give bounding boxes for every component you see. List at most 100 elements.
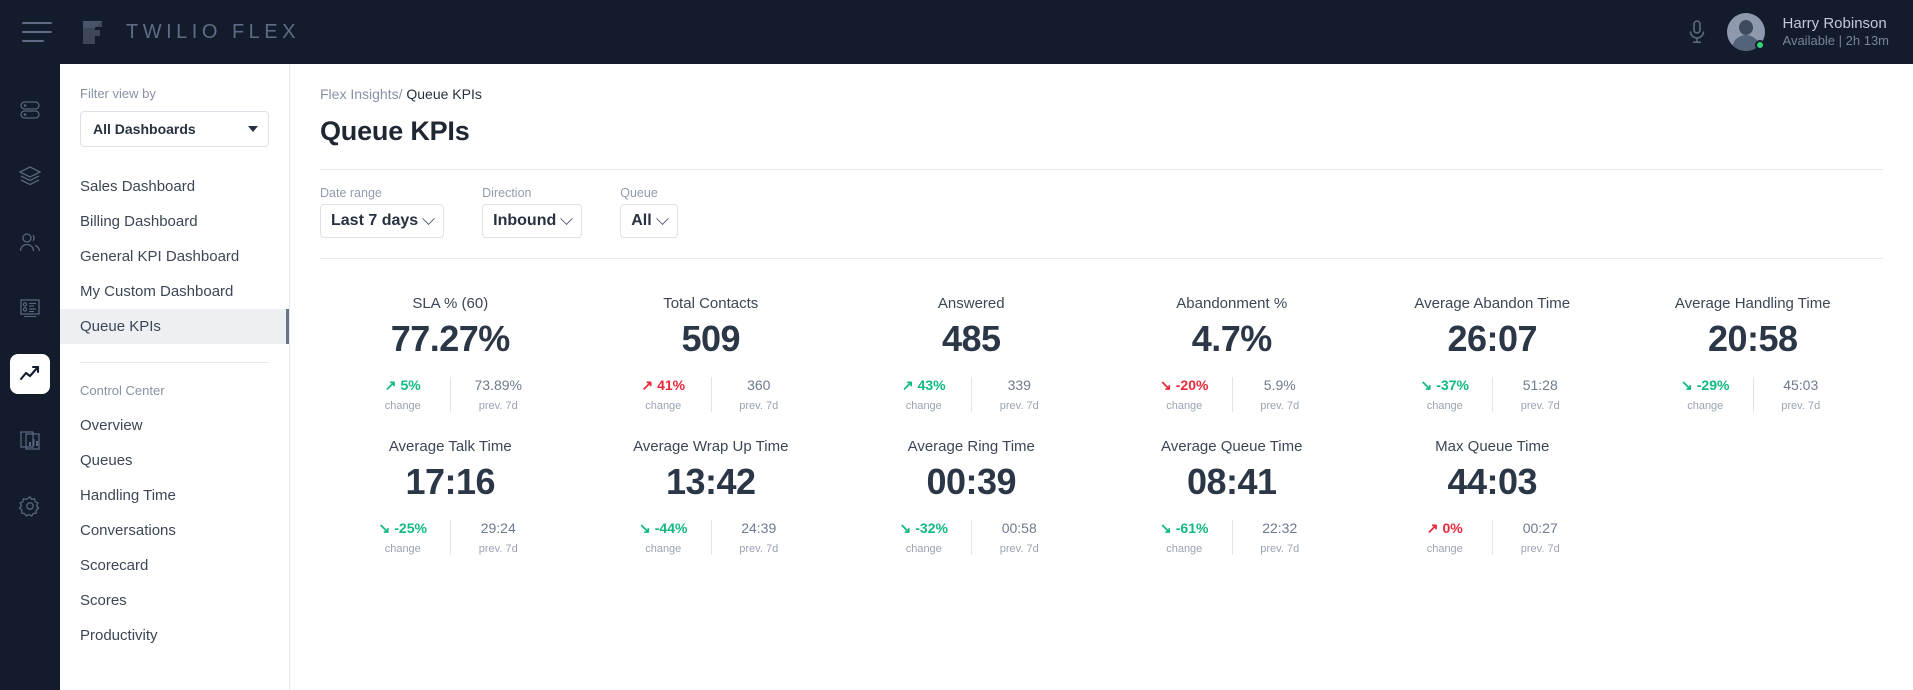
user-name: Harry Robinson xyxy=(1782,14,1887,32)
kpi-previous-value: 51:28 xyxy=(1522,377,1558,393)
rail-item-settings[interactable] xyxy=(10,486,50,526)
kpi-previous-column: 00:27 prev. 7d xyxy=(1492,520,1587,555)
kpi-previous-column: 45:03 prev. 7d xyxy=(1752,377,1848,412)
kpi-footer: ↘ -44% change 24:39 prev. 7d xyxy=(616,520,806,555)
kpi-previous-column: 5.9% prev. 7d xyxy=(1231,377,1327,412)
kpi-previous-caption: prev. 7d xyxy=(739,400,779,412)
all-dashboards-dropdown[interactable]: All Dashboards xyxy=(80,111,269,147)
kpi-title: Average Ring Time xyxy=(907,438,1035,455)
rail-item-layers[interactable] xyxy=(10,156,50,196)
kpi-change-value: ↘ -37% xyxy=(1421,377,1469,393)
control-center-label: Control Center xyxy=(80,383,165,398)
rail-item-toggle-list[interactable] xyxy=(10,90,50,130)
sidebar-item-control-center[interactable]: Scores xyxy=(60,583,289,618)
kpi-change-caption: change xyxy=(1426,543,1463,555)
hamburger-icon[interactable] xyxy=(22,22,52,42)
layers-icon xyxy=(18,166,42,186)
flex-insights-app: TWILIO FLEX Harry Robinson Available | 2… xyxy=(0,0,1913,690)
rail-item-reports[interactable] xyxy=(10,420,50,460)
brand-text: TWILIO FLEX xyxy=(126,20,300,43)
dashboard-sidebar: Filter view by All Dashboards Sales Dash… xyxy=(60,64,290,690)
kpi-change-text: -20% xyxy=(1175,377,1209,393)
arrow-up-icon: ↗ xyxy=(901,377,914,393)
kpi-previous-value: 5.9% xyxy=(1263,377,1296,393)
kpi-value: 77.27% xyxy=(390,318,511,359)
kpi-previous-caption: prev. 7d xyxy=(1260,400,1300,412)
kpi-previous-caption: prev. 7d xyxy=(739,543,779,555)
rail-item-insights[interactable] xyxy=(10,354,50,394)
main-content: Flex Insights/ Queue KPIs Queue KPIs Dat… xyxy=(290,64,1913,690)
kpi-previous-value: 339 xyxy=(1007,377,1031,393)
breadcrumb-current: Queue KPIs xyxy=(406,86,482,102)
sidebar-item-control-center[interactable]: Productivity xyxy=(60,618,289,653)
filter-label: Queue xyxy=(620,186,658,200)
kpi-previous-column: 73.89% prev. 7d xyxy=(450,377,545,412)
filter-bar: Date range Last 7 days Direction Inbound Que… xyxy=(320,170,1883,238)
kpi-title: Average Queue Time xyxy=(1161,438,1303,455)
kpi-footer: ↗ 43% change 339 prev. 7d xyxy=(876,377,1066,412)
sidebar-item-dashboard[interactable]: My Custom Dashboard xyxy=(60,274,289,309)
breadcrumb-root[interactable]: Flex Insights/ xyxy=(320,86,402,102)
arrow-down-icon: ↘ xyxy=(1160,377,1172,393)
kpi-previous-caption: prev. 7d xyxy=(1781,400,1821,412)
microphone-icon[interactable] xyxy=(1685,19,1709,45)
kpi-change-column: ↗ 0% change xyxy=(1397,520,1492,555)
kpi-card: SLA % (60) 77.27% ↗ 5% change 73.89% prev. 7d xyxy=(320,277,581,420)
kpi-change-value: ↘ -61% xyxy=(1160,520,1208,536)
kpi-previous-caption: prev. 7d xyxy=(999,543,1039,555)
filter-group: Queue All xyxy=(620,186,678,238)
chevron-down-icon xyxy=(560,211,574,225)
sidebar-item-control-center[interactable]: Conversations xyxy=(60,513,289,548)
kpi-value: 00:39 xyxy=(926,461,1017,502)
kpi-previous-column: 29:24 prev. 7d xyxy=(450,520,545,555)
arrow-down-icon: ↘ xyxy=(899,520,912,536)
kpi-change-value: ↘ -32% xyxy=(900,520,948,536)
sidebar-item-dashboard[interactable]: Queue KPIs xyxy=(60,309,289,344)
kpi-previous-value: 22:32 xyxy=(1262,520,1298,536)
people-icon xyxy=(19,233,41,252)
rail-item-people[interactable] xyxy=(10,222,50,262)
kpi-change-text: -25% xyxy=(394,520,427,536)
arrow-down-icon: ↘ xyxy=(378,520,391,536)
filter-divider xyxy=(320,258,1883,259)
rail-item-form-list[interactable] xyxy=(10,288,50,328)
sidebar-item-control-center[interactable]: Scorecard xyxy=(60,548,289,583)
kpi-previous-caption: prev. 7d xyxy=(1520,400,1560,412)
chevron-down-icon xyxy=(248,126,258,132)
breadcrumb: Flex Insights/ Queue KPIs xyxy=(320,86,1883,102)
kpi-card: Total Contacts 509 ↗ 41% change 360 prev. 7d xyxy=(581,277,842,420)
filter-select-queue[interactable]: All xyxy=(620,204,678,238)
kpi-footer: ↘ -20% change 5.9% prev. 7d xyxy=(1137,377,1327,412)
sidebar-item-dashboard[interactable]: General KPI Dashboard xyxy=(60,239,289,274)
toggle-list-icon xyxy=(20,101,40,119)
sidebar-item-dashboard[interactable]: Sales Dashboard xyxy=(60,169,289,204)
chevron-down-icon xyxy=(422,211,436,225)
kpi-footer: ↗ 0% change 00:27 prev. 7d xyxy=(1397,520,1587,555)
kpi-value: 485 xyxy=(941,318,1001,359)
sidebar-item-control-center[interactable]: Queues xyxy=(60,443,289,478)
kpi-change-value: ↘ -25% xyxy=(379,520,427,536)
kpi-change-column: ↘ -44% change xyxy=(616,520,711,555)
kpi-change-caption: change xyxy=(905,400,942,412)
filter-select-date-range[interactable]: Last 7 days xyxy=(320,204,445,238)
kpi-previous-value: 73.89% xyxy=(474,377,522,393)
kpi-card: Average Ring Time 00:39 ↘ -32% change 00:58 pr… xyxy=(841,420,1102,563)
body: Filter view by All Dashboards Sales Dash… xyxy=(0,64,1913,690)
kpi-value: 509 xyxy=(681,318,741,359)
kpi-grid: SLA % (60) 77.27% ↗ 5% change 73.89% prev. 7d T… xyxy=(320,277,1883,563)
avatar[interactable] xyxy=(1726,13,1765,51)
kpi-value: 26:07 xyxy=(1447,318,1538,359)
filter-group: Direction Inbound xyxy=(482,186,583,238)
kpi-previous-value: 00:58 xyxy=(1001,520,1037,536)
kpi-value: 20:58 xyxy=(1707,318,1798,359)
kpi-change-caption: change xyxy=(645,543,682,555)
filter-select-direction[interactable]: Inbound xyxy=(482,204,583,238)
kpi-value: 44:03 xyxy=(1447,461,1538,502)
kpi-change-caption: change xyxy=(645,400,682,412)
user-info[interactable]: Harry Robinson Available | 2h 13m xyxy=(1783,15,1889,50)
kpi-previous-column: 360 prev. 7d xyxy=(710,377,806,412)
sidebar-item-control-center[interactable]: Handling Time xyxy=(60,478,289,513)
kpi-change-value: ↗ 5% xyxy=(385,377,421,393)
sidebar-item-dashboard[interactable]: Billing Dashboard xyxy=(60,204,289,239)
sidebar-item-control-center[interactable]: Overview xyxy=(60,408,289,443)
